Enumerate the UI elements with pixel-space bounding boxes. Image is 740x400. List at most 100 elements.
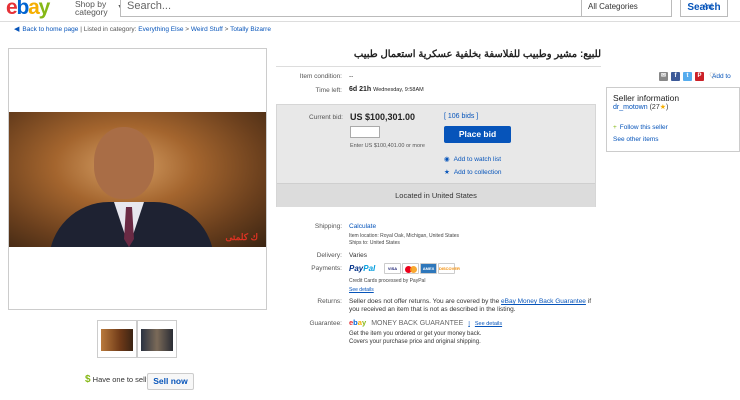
email-share-icon[interactable]: ✉ [659, 72, 668, 81]
guarantee-note: Get the item you ordered or get your mon… [349, 331, 482, 337]
sell-now-button[interactable]: Sell now [147, 373, 194, 390]
returns-label: Returns: [317, 298, 342, 305]
thumbnail-image [101, 329, 133, 351]
facebook-share-icon[interactable]: f [671, 72, 680, 81]
logo-letter: y [361, 318, 367, 327]
top-header: ebay Shop by category ▼ Search... All Ca… [0, 0, 740, 22]
breadcrumb-item[interactable]: Totally Bizarre [230, 26, 271, 33]
photo-face [94, 127, 154, 199]
twitter-share-icon[interactable]: t [683, 72, 692, 81]
guarantee-note: Covers your purchase price and original … [349, 339, 481, 345]
guarantee-label: Guarantee: [309, 320, 342, 327]
follow-seller-link[interactable]: + Follow this seller [613, 124, 668, 131]
thumbnail-1[interactable] [97, 320, 137, 358]
eye-icon: ◉ [444, 156, 450, 163]
follow-seller-label: Follow this seller [619, 124, 668, 131]
search-input[interactable]: Search... [120, 0, 582, 17]
feedback-close: ) [666, 104, 669, 111]
ebay-mini-logo: ebay [349, 318, 366, 327]
breadcrumb: ◀ Back to home page | Listed in category:… [14, 25, 271, 33]
thumbnail-image [141, 329, 173, 351]
time-left-label: Time left: [315, 87, 343, 94]
breadcrumb-separator: > [185, 26, 190, 33]
ships-to: Ships to: United States [349, 240, 400, 246]
logo-letter: y [38, 0, 51, 19]
add-to-collection-link[interactable]: ★ Add to collection [444, 168, 502, 176]
see-other-items-link[interactable]: See other items [613, 136, 659, 143]
plus-icon: + [613, 124, 617, 131]
dollar-icon: $ [85, 374, 91, 385]
seller-feedback-score[interactable]: (27 [650, 104, 660, 111]
guarantee-badge-text: MONEY BACK GUARANTEE [371, 320, 464, 327]
add-to-link[interactable]: Add to [712, 73, 731, 80]
breadcrumb-item[interactable]: Weird Stuff [191, 26, 223, 33]
condition-value: -- [349, 73, 354, 80]
ebay-logo[interactable]: ebay [6, 0, 51, 20]
pinterest-share-icon[interactable]: P [695, 72, 704, 81]
payment-see-details-link[interactable]: See details [349, 287, 374, 293]
back-to-home-link[interactable]: Back to home page [22, 26, 78, 33]
shipping-label: Shipping: [314, 223, 342, 230]
search-placeholder: Search... [127, 0, 172, 12]
location-bar: Located in United States [277, 183, 595, 207]
discover-icon: DISCOVER [438, 263, 460, 274]
watchlist-label: Add to watch list [453, 156, 501, 163]
bid-history-link[interactable]: [ 106 bids ] [444, 113, 478, 120]
item-location: Item location: Royal Oak, Michigan, Unit… [349, 233, 460, 239]
title-divider [276, 66, 601, 67]
logo-letter: a [28, 0, 40, 19]
seller-info-panel: Seller information dr_motown (27★) + Foll… [606, 87, 740, 152]
visa-icon: VISA [384, 263, 401, 274]
delivery-label: Delivery: [316, 252, 342, 259]
delivery-value: Varies [349, 252, 367, 259]
money-back-guarantee-badge: ebay MONEY BACK GUARANTEE | See details [349, 318, 502, 327]
amex-icon: AMEX [420, 263, 437, 274]
guarantee-see-details-link[interactable]: See details [475, 321, 502, 327]
listed-in-label: | Listed in category: [80, 26, 137, 33]
seller-info-title: Seller information [613, 93, 680, 103]
have-one-to-sell: $ Have one to sell? [85, 374, 151, 385]
back-arrow-icon[interactable]: ◀ [14, 26, 19, 33]
category-select-value: All Categories [588, 2, 638, 11]
payments-label: Payments: [311, 265, 342, 272]
current-bid-label: Current bid: [309, 114, 343, 121]
paypal-text: Pal [363, 264, 376, 273]
item-photo[interactable]: ك كلمتى [9, 112, 266, 247]
located-text: Located in United States [395, 191, 477, 200]
shop-by-label: category [75, 7, 108, 17]
paypal-logo: PayPal [349, 264, 375, 273]
advanced-search-link[interactable]: Ad [703, 2, 713, 11]
bid-amount-input[interactable] [350, 126, 380, 138]
money-back-guarantee-link[interactable]: eBay Money Back Guarantee [501, 298, 586, 305]
paypal-text: Pay [349, 264, 364, 273]
collection-label: Add to collection [453, 169, 502, 176]
min-bid-note: Enter US $100,401.00 or more [350, 143, 425, 149]
seller-name-row: dr_motown (27★) [613, 103, 668, 111]
returns-text: Seller does not offer returns. You are c… [349, 298, 599, 314]
current-bid-value: US $100,301.00 [350, 112, 416, 122]
bid-panel: Current bid: US $100,301.00 [ 106 bids ]… [276, 104, 596, 207]
guarantee-separator: | [468, 321, 470, 327]
logo-letter: e [6, 0, 18, 19]
time-left-duration: 6d 21h [349, 86, 372, 93]
thumbnail-2[interactable] [137, 320, 177, 358]
shipping-calculate-link[interactable]: Calculate [349, 223, 376, 230]
sell-prompt: Have one to sell? [92, 375, 151, 384]
breadcrumb-separator: > [224, 26, 229, 33]
logo-letter: b [16, 0, 29, 19]
condition-label: Item condition: [299, 73, 342, 80]
shop-by-category-button[interactable]: Shop by category ▼ [75, 0, 124, 17]
seller-name-link[interactable]: dr_motown [613, 104, 648, 111]
breadcrumb-item[interactable]: Everything Else [138, 26, 183, 33]
listing-title: للبيع: مشير وطبيب للفلاسفة بخلفية عسكرية… [353, 49, 601, 60]
place-bid-button[interactable]: Place bid [444, 126, 511, 143]
time-left-value: 6d 21h Wednesday, 9:58AM [349, 86, 424, 93]
add-to-watchlist-link[interactable]: ◉ Add to watch list [444, 155, 501, 163]
photo-watermark: ك كلمتى [225, 232, 258, 242]
credit-card-note: Credit Cards processed by PayPal [349, 278, 426, 284]
category-select[interactable]: All Categories [582, 0, 672, 17]
main-image-viewer[interactable]: ك كلمتى [8, 48, 267, 310]
mastercard-icon [402, 263, 419, 274]
returns-text-part: Seller does not offer returns. You are c… [349, 298, 502, 305]
star-icon: ★ [444, 169, 450, 176]
